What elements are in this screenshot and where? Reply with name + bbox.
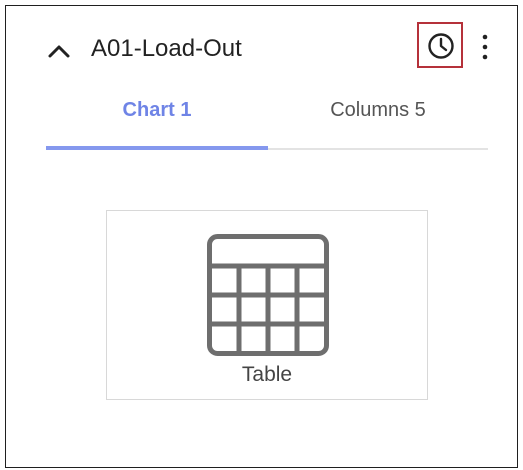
- more-vertical-icon: [482, 34, 488, 60]
- table-chart-option[interactable]: Table: [106, 210, 428, 400]
- table-icon: [207, 234, 329, 356]
- panel-tabs: Chart 1 Columns 5: [46, 88, 488, 150]
- tab-chart[interactable]: Chart 1: [46, 88, 268, 150]
- tab-columns[interactable]: Columns 5: [268, 88, 488, 148]
- panel-header: A01-Load-Out: [6, 6, 517, 88]
- table-option-label: Table: [241, 363, 293, 386]
- more-options-button[interactable]: [478, 32, 492, 62]
- chevron-up-icon: [48, 45, 70, 58]
- history-button[interactable]: [417, 22, 463, 68]
- panel-title: A01-Load-Out: [91, 35, 242, 62]
- chart-panel: A01-Load-Out Chart 1 Columns 5 Table: [5, 5, 518, 468]
- clock-icon: [428, 33, 454, 59]
- collapse-button[interactable]: [44, 36, 74, 66]
